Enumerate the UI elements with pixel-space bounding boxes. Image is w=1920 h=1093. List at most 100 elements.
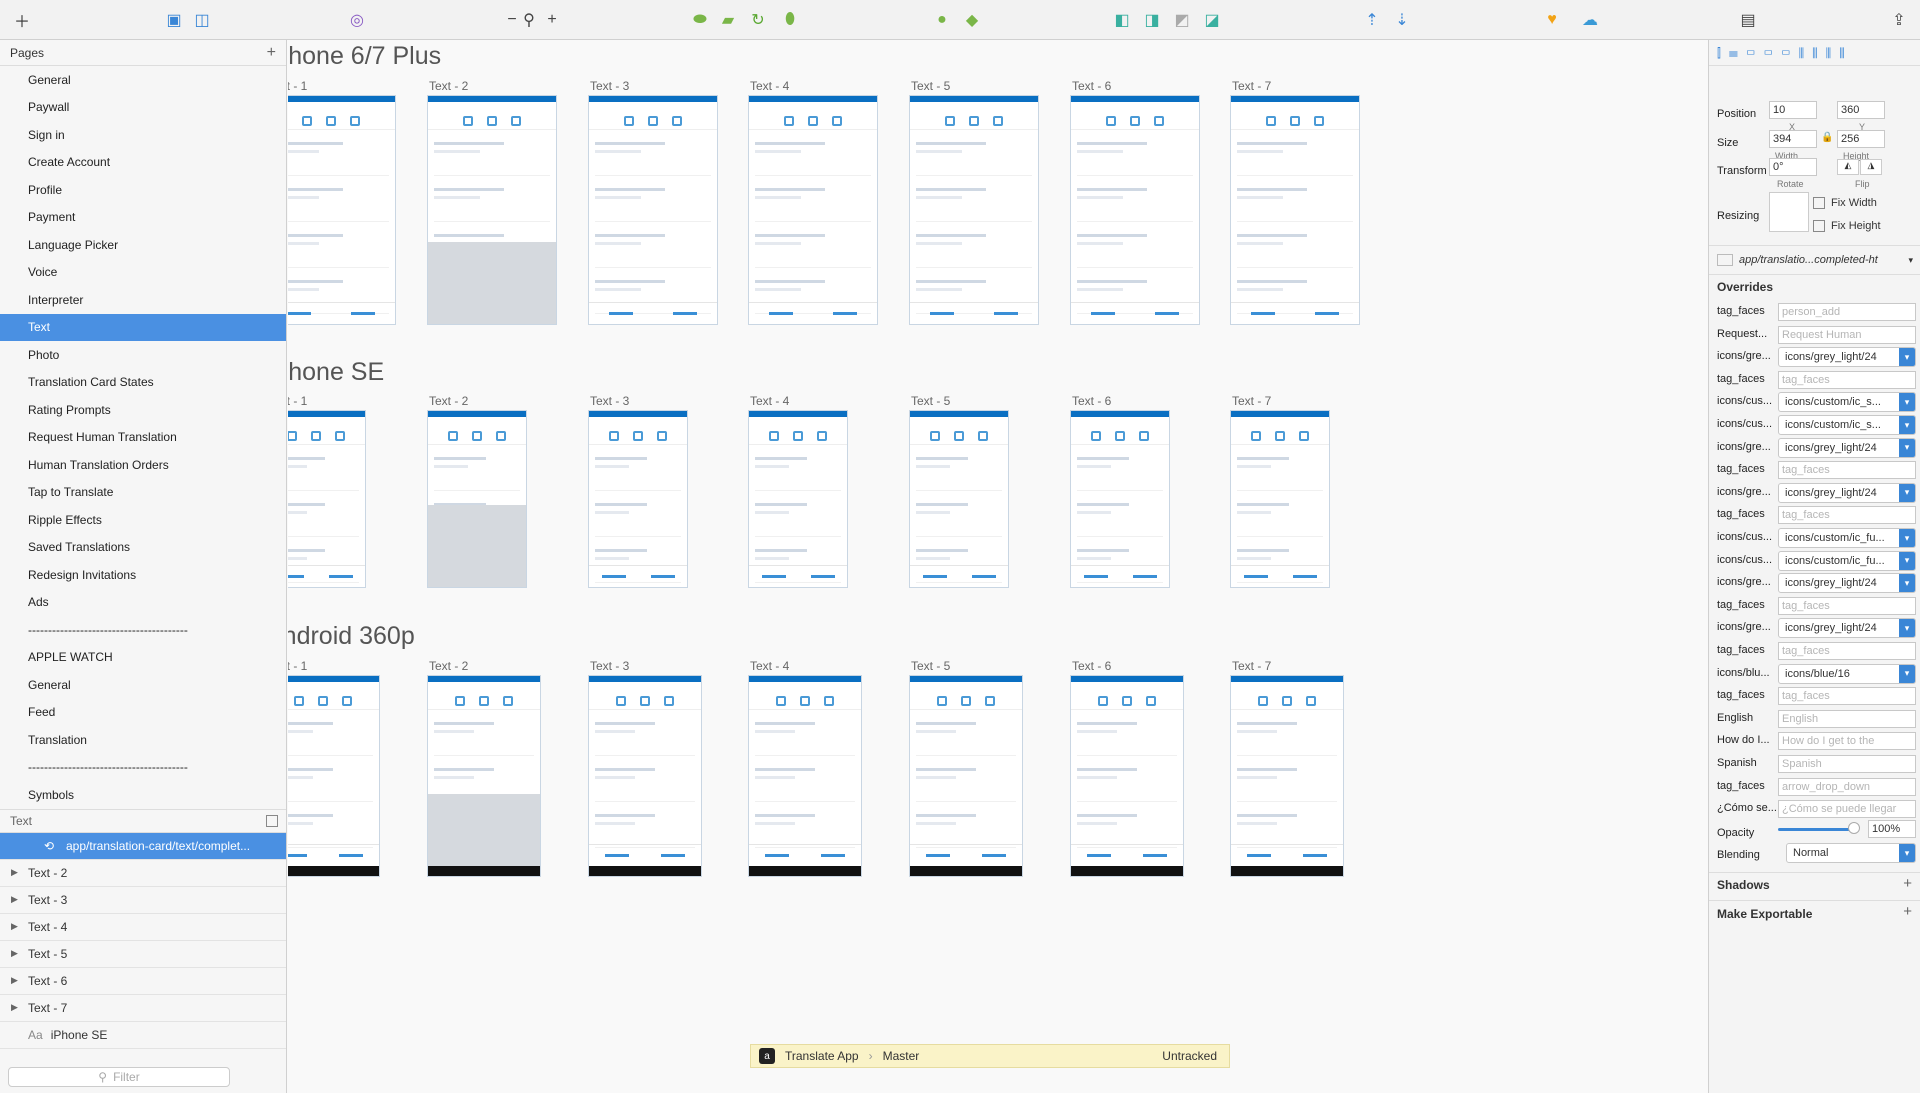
- override-select[interactable]: icons/grey_light/24 ▾: [1778, 573, 1916, 594]
- insert-icon[interactable]: ＋: [10, 9, 34, 31]
- override-input[interactable]: Spanish: [1778, 755, 1916, 773]
- artboard-label[interactable]: Text - 2: [429, 394, 468, 408]
- override-input[interactable]: person_add: [1778, 303, 1916, 321]
- artboard[interactable]: [1070, 675, 1184, 877]
- layer-item[interactable]: ▶ Text - 6: [0, 968, 286, 995]
- canvas[interactable]: iPhone 6/7 Plus Text - 1 Text - 2 Text - 3 T…: [288, 40, 1708, 1093]
- fix-width-checkbox[interactable]: [1813, 197, 1825, 209]
- disclosure-triangle-icon[interactable]: ▶: [11, 867, 18, 878]
- artboard[interactable]: [588, 410, 688, 588]
- rotate-input[interactable]: 0°: [1769, 158, 1817, 176]
- page-item[interactable]: Create Account: [0, 149, 286, 177]
- page-item[interactable]: Ads: [0, 589, 286, 617]
- zoom-in-icon[interactable]: +: [540, 9, 564, 31]
- page-item[interactable]: Feed: [0, 699, 286, 727]
- intersect-icon[interactable]: ◩: [1170, 9, 1194, 31]
- add-page-icon[interactable]: +: [267, 44, 276, 62]
- edit-icon[interactable]: ⬬: [688, 9, 712, 31]
- flip-vertical-icon[interactable]: ◮: [1860, 159, 1882, 175]
- page-item[interactable]: APPLE WATCH: [0, 644, 286, 672]
- artboard-label[interactable]: Text - 4: [750, 79, 789, 93]
- page-item[interactable]: Symbols: [0, 781, 286, 809]
- override-input[interactable]: tag_faces: [1778, 506, 1916, 525]
- artboard[interactable]: [427, 95, 557, 325]
- artboard-label[interactable]: Text - 3: [590, 659, 629, 673]
- flatten-icon[interactable]: ⬮: [778, 9, 802, 31]
- filter-input[interactable]: ⚲ Filter: [8, 1067, 230, 1087]
- artboard[interactable]: [748, 95, 878, 325]
- override-input[interactable]: tag_faces: [1778, 370, 1916, 389]
- page-item[interactable]: Language Picker: [0, 231, 286, 259]
- artboard-label[interactable]: Text - 7: [1232, 79, 1271, 93]
- artboard-label[interactable]: Text - 4: [750, 394, 789, 408]
- backward-icon[interactable]: ⇣: [1390, 9, 1414, 31]
- difference-icon[interactable]: ◪: [1200, 9, 1224, 31]
- disclosure-triangle-icon[interactable]: ▶: [11, 948, 18, 959]
- cloud-icon[interactable]: ☁: [1578, 9, 1602, 31]
- position-x-input[interactable]: 10: [1769, 101, 1817, 119]
- page-item[interactable]: Text: [0, 313, 286, 341]
- ungroup-icon[interactable]: ◫: [190, 9, 214, 31]
- artboard[interactable]: [1230, 675, 1344, 877]
- page-item[interactable]: Redesign Invitations: [0, 561, 286, 589]
- collapse-icon[interactable]: [266, 814, 278, 827]
- artboard[interactable]: [427, 410, 527, 588]
- override-input[interactable]: tag_faces: [1778, 642, 1916, 660]
- add-export-icon[interactable]: +: [1903, 903, 1912, 920]
- page-item[interactable]: Paywall: [0, 94, 286, 122]
- export-icon[interactable]: ⇪: [1887, 9, 1911, 31]
- layer-item[interactable]: ▶ Text - 5: [0, 941, 286, 968]
- override-input[interactable]: English: [1778, 709, 1916, 728]
- disclosure-triangle-icon[interactable]: ▶: [11, 975, 18, 986]
- artboard-label[interactable]: Text - 5: [911, 659, 950, 673]
- artboard-label[interactable]: Text - 2: [429, 79, 468, 93]
- layer-item[interactable]: ▶ Text - 4: [0, 914, 286, 941]
- mask-icon[interactable]: ●: [930, 9, 954, 31]
- page-item[interactable]: Profile: [0, 176, 286, 204]
- opacity-input[interactable]: 100%: [1868, 820, 1916, 838]
- page-item[interactable]: Translation: [0, 726, 286, 754]
- artboard-label[interactable]: Text - 5: [911, 394, 950, 408]
- group-icon[interactable]: ▣: [162, 9, 186, 31]
- artboard-label[interactable]: Text - 6: [1072, 394, 1111, 408]
- override-input[interactable]: tag_faces: [1778, 461, 1916, 480]
- artboard-label[interactable]: Text - 1: [288, 79, 307, 93]
- artboard[interactable]: [748, 410, 848, 588]
- artboard-label[interactable]: Text - 4: [750, 659, 789, 673]
- opacity-knob[interactable]: [1848, 822, 1860, 834]
- view-icon[interactable]: ▤: [1736, 9, 1760, 31]
- union-icon[interactable]: ◧: [1110, 9, 1134, 31]
- artboard[interactable]: [1070, 410, 1170, 588]
- page-item[interactable]: ----------------------------------------: [0, 616, 286, 644]
- override-select[interactable]: icons/custom/ic_s... ▾: [1778, 415, 1916, 435]
- artboard-label[interactable]: Text - 1: [288, 394, 307, 408]
- artboard[interactable]: [1230, 95, 1360, 325]
- override-select[interactable]: icons/grey_light/24 ▾: [1778, 482, 1916, 503]
- override-select[interactable]: icons/blue/16 ▾: [1778, 663, 1916, 684]
- artboard[interactable]: [748, 675, 862, 877]
- artboard[interactable]: [909, 675, 1023, 877]
- artboard-label[interactable]: Text - 5: [911, 79, 950, 93]
- artboard[interactable]: [588, 675, 702, 877]
- page-item[interactable]: Ripple Effects: [0, 506, 286, 534]
- page-item[interactable]: Human Translation Orders: [0, 451, 286, 479]
- page-item[interactable]: General: [0, 671, 286, 699]
- align-icons[interactable]: ⫿☰▭▭▭⫼⫼⫼⫼: [1717, 46, 1853, 61]
- page-item[interactable]: Saved Translations: [0, 534, 286, 562]
- disclosure-triangle-icon[interactable]: ▶: [11, 921, 18, 932]
- page-item[interactable]: Photo: [0, 341, 286, 369]
- page-item[interactable]: Rating Prompts: [0, 396, 286, 424]
- forward-icon[interactable]: ⇡: [1360, 9, 1384, 31]
- override-select[interactable]: icons/grey_light/24 ▾: [1778, 347, 1916, 368]
- layer-item[interactable]: ▶ Text - 3: [0, 887, 286, 914]
- flip-horizontal-icon[interactable]: ◭: [1837, 159, 1859, 175]
- override-select[interactable]: icons/custom/ic_fu... ▾: [1778, 550, 1916, 571]
- project-name[interactable]: Translate App: [785, 1049, 859, 1063]
- lock-icon[interactable]: 🔒: [1821, 132, 1833, 143]
- layer-item[interactable]: ▶ Text - 2: [0, 860, 286, 887]
- page-item[interactable]: ----------------------------------------: [0, 754, 286, 782]
- zoom-icon[interactable]: ⚲: [517, 9, 541, 31]
- artboard[interactable]: [909, 95, 1039, 325]
- page-item[interactable]: Sign in: [0, 121, 286, 149]
- artboard[interactable]: [288, 675, 380, 877]
